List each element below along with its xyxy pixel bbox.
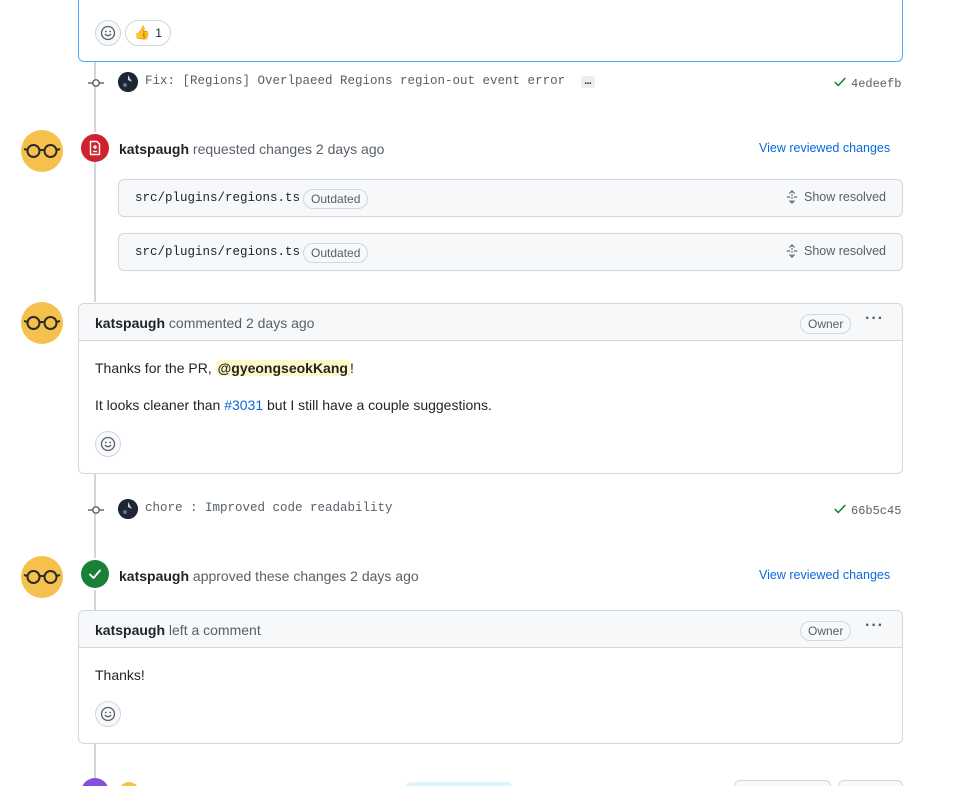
review-action: approved these changes — [192, 568, 347, 584]
smiley-icon — [100, 436, 116, 452]
comment-text: but I still have a couple suggestions. — [263, 397, 492, 413]
comment-action: commented — [168, 315, 243, 331]
git-commit-icon — [88, 79, 104, 87]
file-path[interactable]: src/plugins/regions.ts — [135, 191, 300, 205]
comment-text: Thanks for the PR, — [95, 360, 216, 376]
git-commit-icon — [88, 506, 104, 514]
kebab-horizontal-icon[interactable]: ··· — [865, 310, 884, 328]
owner-badge: Owner — [800, 621, 852, 641]
show-resolved-button[interactable]: Show resolved — [785, 244, 886, 258]
outdated-badge: Outdated — [303, 189, 369, 209]
comment-box: katspaugh left a comment Owner ··· Thank… — [78, 610, 903, 744]
next-event-label-chip — [406, 782, 512, 786]
comment-body-line: It looks cleaner than #3031 but I still … — [95, 397, 492, 413]
reaction-count: 1 — [155, 26, 162, 40]
check-icon — [89, 569, 101, 579]
comment-text: It looks cleaner than — [95, 397, 225, 413]
commit-sha[interactable]: 4edeefb — [833, 75, 901, 91]
commit-sha-text[interactable]: 66b5c45 — [851, 504, 901, 518]
next-event-avatar[interactable] — [119, 782, 139, 786]
smiley-icon — [100, 706, 116, 722]
review-author[interactable]: katspaugh — [119, 141, 189, 157]
commit-message[interactable]: Fix: [Regions] Overlpaeed Regions region… — [145, 74, 596, 88]
review-file-item[interactable]: src/plugins/regions.ts Outdated Show res… — [118, 179, 903, 217]
add-reaction-button[interactable] — [95, 701, 121, 727]
next-event-badge — [81, 778, 109, 786]
check-icon — [834, 77, 846, 87]
approved-badge — [81, 560, 109, 588]
commit-author-avatar[interactable] — [118, 72, 138, 92]
review-author[interactable]: katspaugh — [119, 568, 189, 584]
avatar[interactable] — [21, 302, 63, 344]
review-time[interactable]: 2 days ago — [350, 568, 419, 584]
thumbs-up-icon: 👍 — [134, 25, 151, 40]
owner-badge: Owner — [800, 314, 852, 334]
thumbs-up-reaction[interactable]: 👍 1 — [125, 20, 171, 46]
commit-sha[interactable]: 66b5c45 — [833, 502, 901, 518]
review-header: katspaugh requested changes 2 days ago — [119, 141, 384, 157]
file-path[interactable]: src/plugins/regions.ts — [135, 245, 300, 259]
issue-link[interactable]: #3031 — [224, 397, 263, 413]
smiley-icon — [100, 25, 116, 41]
comment-text: ! — [349, 360, 354, 376]
commit-sha-text[interactable]: 4edeefb — [851, 77, 901, 91]
comment-action: left a comment — [168, 622, 261, 638]
timeline-line — [94, 590, 96, 610]
kebab-horizontal-icon[interactable]: ··· — [865, 617, 884, 635]
show-resolved-label: Show resolved — [804, 190, 886, 204]
comment-header: katspaugh left a comment Owner ··· — [79, 611, 902, 648]
file-diff-icon — [89, 140, 101, 156]
changes-requested-badge — [81, 134, 109, 162]
user-mention-link[interactable]: @gyeongseokKang — [215, 360, 350, 376]
review-file-item[interactable]: src/plugins/regions.ts Outdated Show res… — [118, 233, 903, 271]
comment-author[interactable]: katspaugh — [95, 315, 165, 331]
comment-body-line: Thanks for the PR, @gyeongseokKang! — [95, 360, 354, 376]
glasses-avatar-icon — [23, 570, 61, 584]
comment-header: katspaugh commented 2 days ago Owner ··· — [79, 304, 902, 341]
commit-message[interactable]: chore : Improved code readability — [145, 501, 393, 515]
show-resolved-button[interactable]: Show resolved — [785, 190, 886, 204]
comment-time[interactable]: 2 days ago — [246, 315, 315, 331]
add-reaction-button[interactable] — [95, 431, 121, 457]
check-icon — [834, 504, 846, 514]
comment-header-text: katspaugh left a comment — [95, 622, 261, 638]
add-reaction-button[interactable] — [95, 20, 121, 46]
view-reviewed-changes-link[interactable]: View reviewed changes — [759, 141, 890, 155]
glasses-avatar-icon — [23, 144, 61, 158]
next-event-button[interactable] — [838, 780, 903, 786]
previous-comment-box: 👍 1 — [78, 0, 903, 62]
next-event-button[interactable] — [734, 780, 831, 786]
comment-header-text: katspaugh commented 2 days ago — [95, 315, 314, 331]
commit-row: chore : Improved code readability 66b5c4… — [88, 499, 903, 519]
unfold-icon — [786, 244, 798, 258]
avatar[interactable] — [21, 556, 63, 598]
comment-body: Thanks! — [95, 667, 145, 683]
commit-row: Fix: [Regions] Overlpaeed Regions region… — [88, 72, 903, 92]
unfold-icon — [786, 190, 798, 204]
commit-message-text[interactable]: Fix: [Regions] Overlpaeed Regions region… — [145, 74, 565, 88]
commit-author-avatar[interactable] — [118, 499, 138, 519]
timeline-line — [94, 162, 96, 302]
comment-box: katspaugh commented 2 days ago Owner ···… — [78, 303, 903, 474]
outdated-badge: Outdated — [303, 243, 369, 263]
expand-commit-button[interactable]: … — [580, 76, 596, 88]
avatar[interactable] — [21, 130, 63, 172]
review-time[interactable]: 2 days ago — [316, 141, 385, 157]
view-reviewed-changes-link[interactable]: View reviewed changes — [759, 568, 890, 582]
comment-author[interactable]: katspaugh — [95, 622, 165, 638]
review-action: requested changes — [192, 141, 312, 157]
glasses-avatar-icon — [23, 316, 61, 330]
show-resolved-label: Show resolved — [804, 244, 886, 258]
review-header: katspaugh approved these changes 2 days … — [119, 568, 419, 584]
